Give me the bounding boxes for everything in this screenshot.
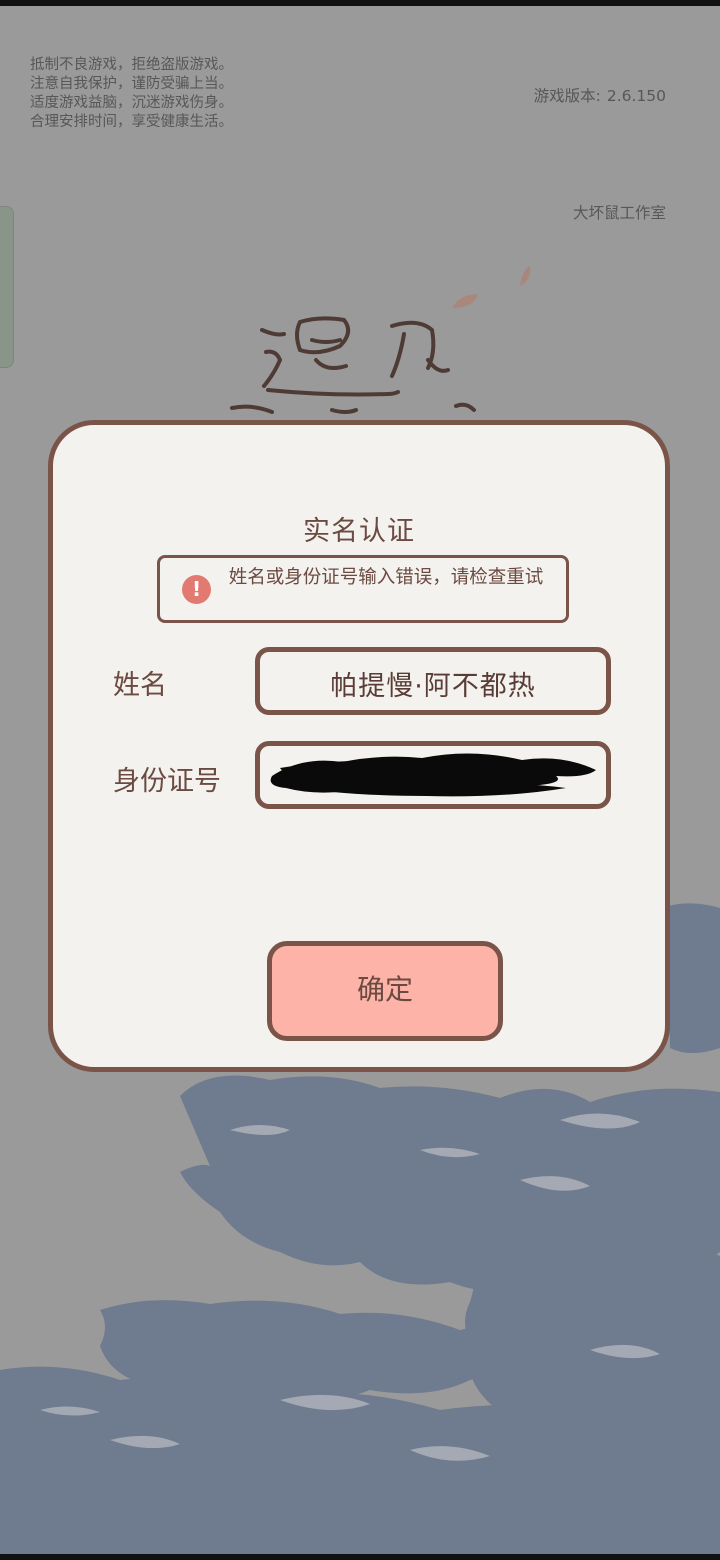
petal-shape — [452, 294, 478, 308]
health-notice: 抵制不良游戏，拒绝盗版游戏。 注意自我保护，谨防受骗上当。 适度游戏益脑，沉迷游… — [30, 56, 233, 132]
redaction-scribble — [270, 753, 596, 797]
notice-line: 适度游戏益脑，沉迷游戏伤身。 — [30, 95, 233, 111]
name-input-value: 帕提慢·阿不都热 — [330, 671, 536, 702]
id-number-input[interactable] — [255, 741, 611, 809]
version-value: 2.6.150 — [606, 87, 666, 105]
studio-name: 大坏鼠工作室 — [572, 204, 666, 222]
side-drawer-handle[interactable] — [0, 206, 14, 368]
name-input[interactable]: 帕提慢·阿不都热 — [255, 647, 611, 715]
navigation-bar — [0, 1554, 720, 1560]
petal-shape — [520, 266, 531, 286]
notice-line: 抵制不良游戏，拒绝盗版游戏。 — [30, 57, 233, 73]
id-number-label: 身份证号 — [113, 766, 221, 797]
exclamation-circle-icon: ! — [182, 575, 211, 604]
game-version: 游戏版本: 2.6.150 — [528, 84, 666, 106]
error-message-text: 姓名或身份证号输入错误，请检查重试 — [228, 567, 544, 588]
version-label: 游戏版本: — [533, 87, 601, 105]
notice-line: 合理安排时间，享受健康生活。 — [30, 114, 233, 130]
game-logo-calligraphy — [230, 316, 476, 414]
error-message-box: ! 姓名或身份证号输入错误，请检查重试 — [157, 555, 569, 623]
dialog-title: 实名认证 — [303, 516, 415, 547]
notice-line: 注意自我保护，谨防受骗上当。 — [30, 76, 233, 92]
name-label: 姓名 — [113, 670, 167, 701]
real-name-verification-dialog: 实名认证 ! 姓名或身份证号输入错误，请检查重试 姓名 帕提慢·阿不都热 身份证… — [48, 420, 670, 1072]
confirm-button[interactable]: 确定 — [267, 941, 503, 1041]
